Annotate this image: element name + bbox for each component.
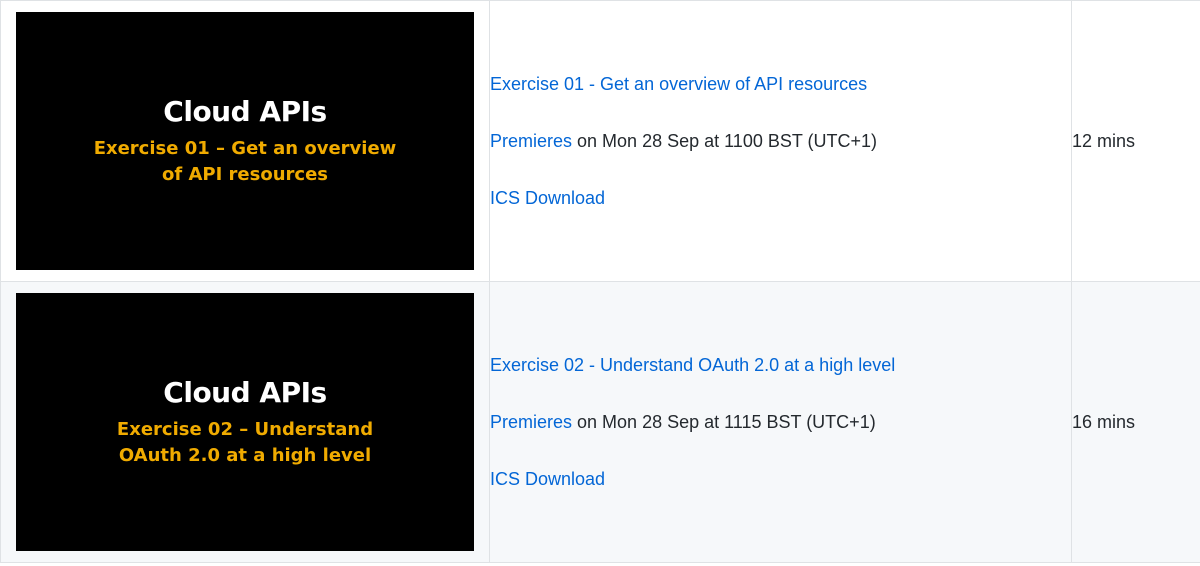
premieres-link[interactable]: Premieres: [490, 412, 572, 432]
thumbnail-cell: Cloud APIs Exercise 02 – Understand OAut…: [0, 281, 490, 563]
thumbnail-subtitle: Exercise 01 – Get an overview of API res…: [93, 137, 397, 185]
thumbnail-title: Cloud APIs: [163, 94, 327, 128]
table-row: Cloud APIs Exercise 01 – Get an overview…: [0, 0, 1200, 282]
duration-text: 16 mins: [1072, 411, 1136, 432]
premieres-link[interactable]: Premieres: [490, 131, 572, 151]
episode-title-link[interactable]: Exercise 01 - Get an overview of API res…: [490, 74, 867, 94]
ics-download-link[interactable]: ICS Download: [490, 188, 605, 208]
episodes-table: Cloud APIs Exercise 01 – Get an overview…: [0, 0, 1200, 563]
ics-line: ICS Download: [490, 467, 1071, 491]
episode-title-link[interactable]: Exercise 02 - Understand OAuth 2.0 at a …: [490, 355, 895, 375]
info-cell: Exercise 01 - Get an overview of API res…: [489, 0, 1072, 282]
thumbnail-subtitle: Exercise 02 – Understand OAuth 2.0 at a …: [116, 418, 374, 466]
schedule-line: Premieres on Mon 28 Sep at 1100 BST (UTC…: [490, 129, 1071, 153]
episode-title-line: Exercise 01 - Get an overview of API res…: [490, 72, 1071, 96]
video-thumbnail[interactable]: Cloud APIs Exercise 02 – Understand OAut…: [16, 293, 474, 551]
thumbnail-title: Cloud APIs: [163, 375, 327, 409]
schedule-text: on Mon 28 Sep at 1115 BST (UTC+1): [572, 412, 876, 432]
duration-cell: 12 mins: [1071, 0, 1200, 282]
ics-download-link[interactable]: ICS Download: [490, 469, 605, 489]
duration-cell: 16 mins: [1071, 281, 1200, 563]
thumbnail-cell: Cloud APIs Exercise 01 – Get an overview…: [0, 0, 490, 282]
schedule-text: on Mon 28 Sep at 1100 BST (UTC+1): [572, 131, 878, 151]
video-thumbnail[interactable]: Cloud APIs Exercise 01 – Get an overview…: [16, 12, 474, 270]
info-cell: Exercise 02 - Understand OAuth 2.0 at a …: [489, 281, 1072, 563]
episode-title-line: Exercise 02 - Understand OAuth 2.0 at a …: [490, 353, 1071, 377]
duration-text: 12 mins: [1072, 130, 1136, 151]
schedule-line: Premieres on Mon 28 Sep at 1115 BST (UTC…: [490, 410, 1071, 434]
ics-line: ICS Download: [490, 186, 1071, 210]
table-row: Cloud APIs Exercise 02 – Understand OAut…: [0, 281, 1200, 563]
